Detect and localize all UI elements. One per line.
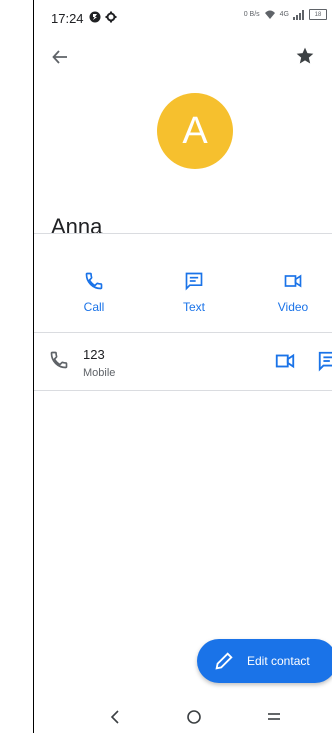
nav-home-button[interactable] bbox=[181, 704, 207, 730]
video-icon bbox=[284, 274, 302, 288]
status-bar: 17:24 0 B/s 4G 18 bbox=[34, 0, 332, 34]
status-time: 17:24 bbox=[51, 11, 84, 26]
notification-icon bbox=[89, 11, 101, 23]
status-right: 0 B/s 4G 18 bbox=[244, 9, 327, 20]
chevron-left-icon bbox=[110, 710, 119, 724]
net-speed: 0 B/s bbox=[243, 11, 260, 18]
signal-icon bbox=[293, 9, 304, 20]
settings-gear-icon bbox=[105, 11, 117, 23]
home-circle-icon bbox=[187, 710, 201, 724]
phone-type: Mobile bbox=[83, 367, 116, 379]
battery-level: 18 bbox=[314, 11, 322, 18]
text-label: Text bbox=[182, 300, 205, 314]
contact-avatar: A bbox=[157, 93, 233, 169]
nav-back-button[interactable] bbox=[102, 704, 128, 730]
message-icon[interactable] bbox=[317, 350, 332, 372]
video-button[interactable]: Video bbox=[263, 270, 323, 314]
avatar-initial: A bbox=[182, 109, 208, 152]
phone-icon bbox=[50, 351, 68, 369]
battery-icon: 18 bbox=[309, 9, 327, 20]
edit-contact-button[interactable]: Edit contact bbox=[197, 639, 332, 683]
phone-icon bbox=[85, 272, 103, 290]
wifi-icon bbox=[264, 10, 275, 19]
back-button[interactable] bbox=[48, 45, 72, 69]
text-button[interactable]: Text bbox=[164, 270, 224, 314]
action-row: Call Text Video bbox=[34, 270, 332, 330]
video-label: Video bbox=[277, 300, 309, 314]
divider-middle bbox=[34, 332, 332, 333]
contact-name: Anna bbox=[51, 214, 103, 239]
signal-label: 4G bbox=[279, 11, 289, 18]
star-icon bbox=[296, 47, 314, 64]
arrow-back-icon bbox=[52, 50, 67, 64]
video-call-icon[interactable] bbox=[274, 350, 296, 372]
phone-entry-row[interactable]: 123 Mobile bbox=[34, 340, 332, 390]
phone-screen: 17:24 0 B/s 4G 18 A Anna Call Text Video… bbox=[33, 0, 332, 733]
divider-top bbox=[34, 233, 332, 234]
edit-contact-label: Edit contact bbox=[247, 654, 310, 668]
phone-number: 123 bbox=[83, 347, 105, 362]
nav-menu-button[interactable] bbox=[261, 704, 287, 730]
menu-icon bbox=[268, 713, 280, 720]
nav-bar bbox=[34, 700, 332, 733]
call-label: Call bbox=[83, 300, 105, 314]
divider-bottom bbox=[34, 390, 332, 391]
call-button[interactable]: Call bbox=[64, 270, 124, 314]
message-icon bbox=[185, 272, 203, 291]
pencil-icon bbox=[215, 652, 233, 670]
favorite-button[interactable] bbox=[293, 44, 317, 68]
